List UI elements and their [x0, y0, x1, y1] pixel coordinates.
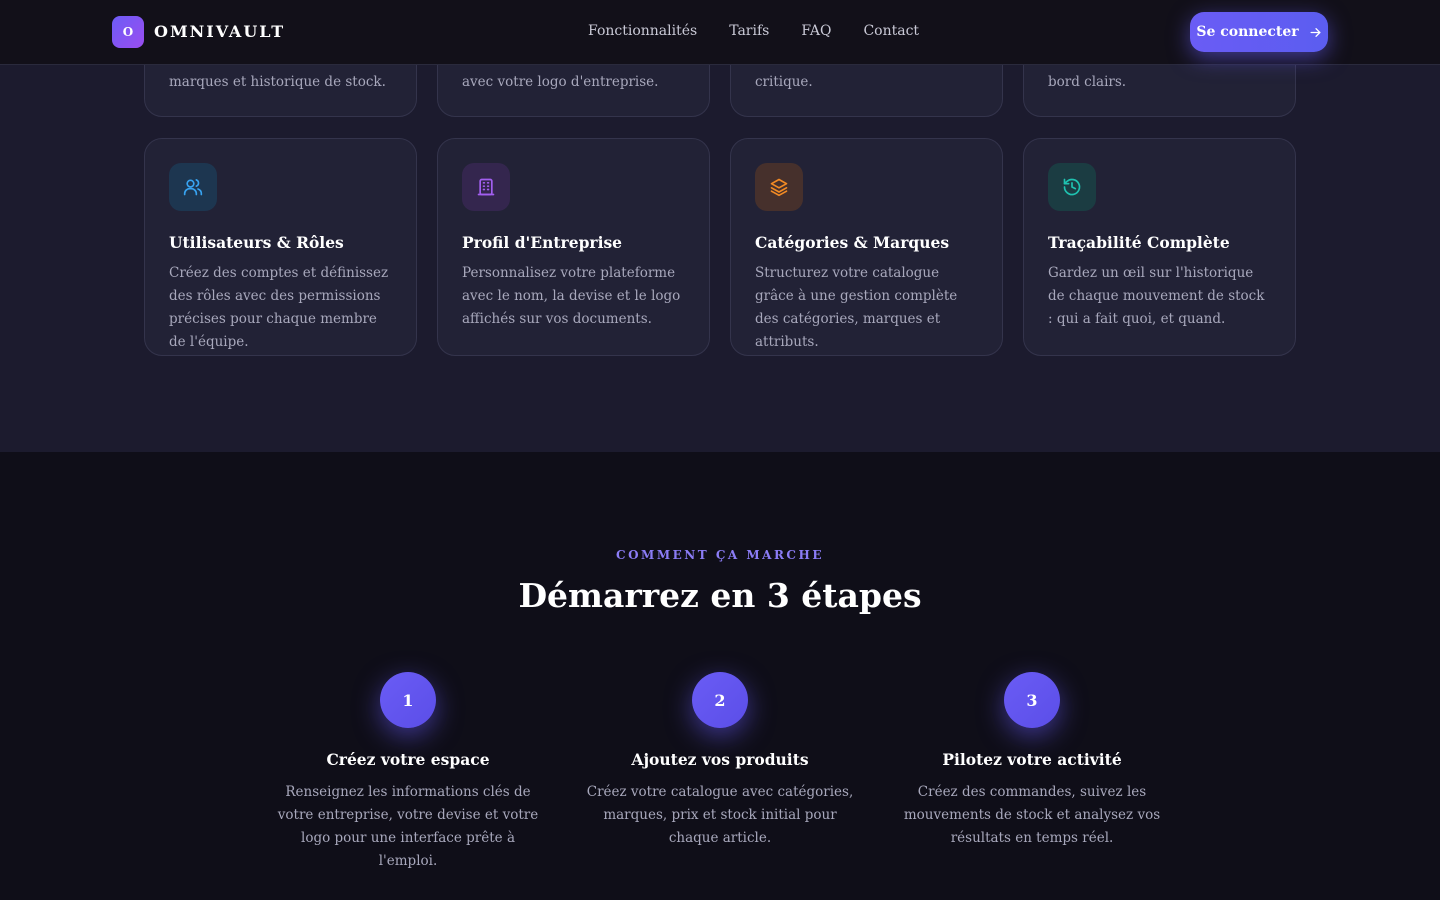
- nav-link-contact[interactable]: Contact: [863, 23, 919, 39]
- feature-card-description: Structurez votre catalogue grâce à une g…: [755, 265, 958, 350]
- login-button[interactable]: Se connecter: [1190, 12, 1328, 52]
- feature-card-description: avec votre logo d'entreprise.: [462, 74, 659, 90]
- feature-card-description: Créez des comptes et définissez des rôle…: [169, 265, 389, 350]
- step-title: Créez votre espace: [326, 750, 490, 769]
- nav-link-features[interactable]: Fonctionnalités: [588, 23, 697, 39]
- feature-card-title: Utilisateurs & Rôles: [169, 233, 344, 252]
- feature-card-description: bord clairs.: [1048, 74, 1127, 90]
- nav-link-faq[interactable]: FAQ: [801, 23, 831, 39]
- feature-card-title: Catégories & Marques: [755, 233, 950, 252]
- step-title: Ajoutez vos produits: [631, 750, 809, 769]
- step-number-badge: 2: [692, 672, 748, 728]
- feature-card-company-profile: Profil d'Entreprise Personnalisez votre …: [437, 138, 710, 356]
- login-button-label: Se connecter: [1196, 24, 1299, 40]
- building-icon: [462, 163, 510, 211]
- step-description: Créez des commandes, suivez les mouvemen…: [903, 784, 1161, 846]
- step-description: Renseignez les informations clés de votr…: [277, 784, 539, 869]
- section-eyebrow: COMMENT ÇA MARCHE: [616, 548, 824, 562]
- top-navbar: O OMNIVAULT Fonctionnalités Tarifs FAQ C…: [0, 0, 1440, 65]
- section-title: Démarrez en 3 étapes: [518, 576, 922, 615]
- step-number-badge: 3: [1004, 672, 1060, 728]
- layers-icon: [755, 163, 803, 211]
- feature-card-description: critique.: [755, 74, 813, 90]
- feature-card-title: Traçabilité Complète: [1048, 233, 1230, 252]
- step-item: 2 Ajoutez vos produits Créez votre catal…: [575, 672, 865, 850]
- arrow-right-icon: [1310, 27, 1321, 37]
- feature-card-description: Personnalisez votre plateforme avec le n…: [462, 265, 681, 327]
- step-title: Pilotez votre activité: [942, 750, 1122, 769]
- feature-card-description: marques et historique de stock.: [169, 74, 386, 90]
- step-item: 1 Créez votre espace Renseignez les info…: [263, 672, 553, 873]
- feature-card-title: Profil d'Entreprise: [462, 233, 623, 252]
- step-number-badge: 1: [380, 672, 436, 728]
- nav-links: Fonctionnalités Tarifs FAQ Contact: [588, 23, 919, 39]
- how-it-works-section: COMMENT ÇA MARCHE Démarrez en 3 étapes 1…: [0, 452, 1440, 900]
- feature-card-description: Gardez un œil sur l'historique de chaque…: [1048, 265, 1265, 327]
- users-icon: [169, 163, 217, 211]
- brand-name[interactable]: OMNIVAULT: [154, 22, 285, 41]
- logo-icon[interactable]: O: [112, 16, 144, 48]
- features-section: marques et historique de stock. avec vot…: [0, 0, 1440, 452]
- feature-card-users-roles: Utilisateurs & Rôles Créez des comptes e…: [144, 138, 417, 356]
- feature-card-traceability: Traçabilité Complète Gardez un œil sur l…: [1023, 138, 1296, 356]
- step-description: Créez votre catalogue avec catégories, m…: [586, 784, 854, 846]
- nav-link-pricing[interactable]: Tarifs: [729, 23, 769, 39]
- step-item: 3 Pilotez votre activité Créez des comma…: [887, 672, 1177, 850]
- feature-card-categories-brands: Catégories & Marques Structurez votre ca…: [730, 138, 1003, 356]
- history-icon: [1048, 163, 1096, 211]
